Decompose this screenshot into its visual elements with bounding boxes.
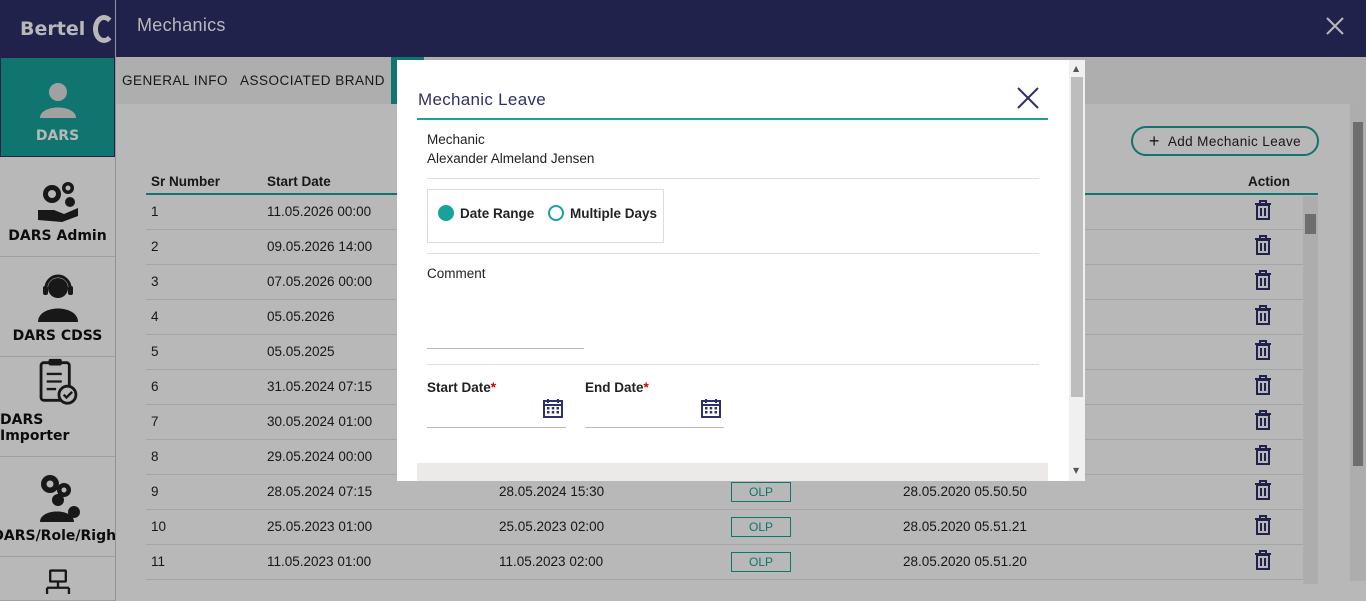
radio-selected-icon <box>438 205 454 221</box>
radio-unselected-icon <box>548 205 564 221</box>
radio-date-range[interactable]: Date Range <box>438 205 534 221</box>
divider <box>427 253 1039 254</box>
mechanic-leave-dialog: Mechanic Leave Mechanic Alexander Almela… <box>397 60 1085 481</box>
dialog-close-icon[interactable] <box>1017 87 1039 113</box>
dialog-title-divider <box>417 118 1048 120</box>
comment-input[interactable] <box>427 288 584 348</box>
required-marker: * <box>490 380 497 395</box>
scroll-down-arrow-icon[interactable]: ▼ <box>1073 466 1079 475</box>
dialog-scrollbar[interactable]: ▲ ▼ <box>1069 60 1085 481</box>
calendar-icon[interactable] <box>701 398 721 422</box>
divider <box>427 178 1039 179</box>
mechanic-label: Mechanic <box>427 132 485 147</box>
dialog-scrollbar-thumb[interactable] <box>1071 77 1083 397</box>
required-marker: * <box>643 380 649 395</box>
radio-date-range-label: Date Range <box>460 205 535 221</box>
comment-input-underline <box>427 348 584 349</box>
dialog-title: Mechanic Leave <box>418 90 546 109</box>
comment-label: Comment <box>427 266 486 281</box>
end-date-label-text: End Date <box>585 380 644 395</box>
leave-mode-group: Date Range Multiple Days <box>427 189 664 243</box>
start-date-label: Start Date* <box>427 380 496 395</box>
end-date-underline <box>585 427 724 428</box>
calendar-icon[interactable] <box>543 398 563 422</box>
start-date-label-text: Start Date <box>427 380 491 395</box>
mechanic-name: Alexander Almeland Jensen <box>427 151 595 166</box>
divider <box>427 364 1039 365</box>
scroll-up-arrow-icon[interactable]: ▲ <box>1073 64 1079 73</box>
start-date-underline <box>427 427 566 428</box>
radio-multiple-days[interactable]: Multiple Days <box>548 205 657 221</box>
radio-multiple-days-label: Multiple Days <box>570 205 658 221</box>
dialog-footer <box>417 463 1048 481</box>
app-root: Bertel DARS DARS Admin DARS CDSS DARS Im… <box>0 0 1366 601</box>
end-date-label: End Date* <box>585 380 649 395</box>
